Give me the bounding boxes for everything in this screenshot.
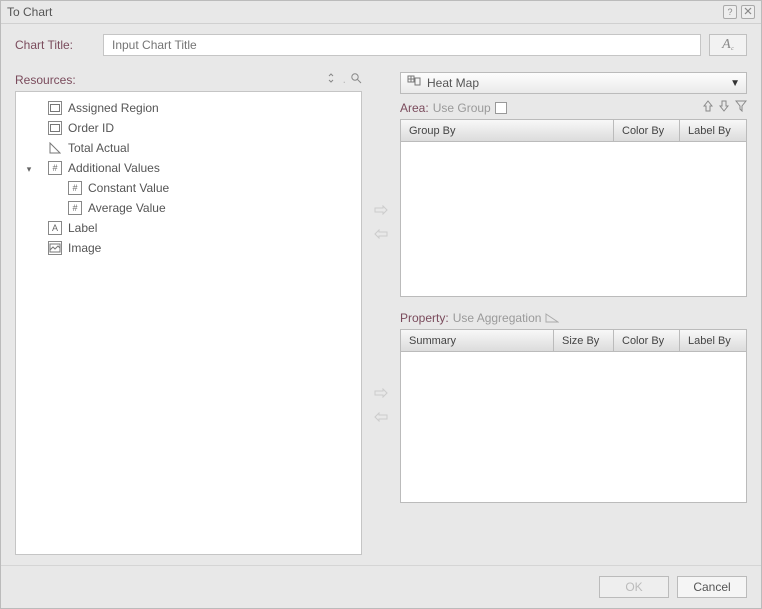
column-header-groupby[interactable]: Group By — [401, 120, 614, 141]
chart-type-label: Heat Map — [427, 76, 479, 90]
chart-type-select[interactable]: Heat Map ▼ — [400, 72, 747, 94]
property-table[interactable]: SummarySize ByColor ByLabel By — [400, 329, 747, 503]
configuration-panel: Heat Map ▼ Area: Use Group — [400, 72, 747, 555]
rect-icon — [48, 121, 62, 135]
a-icon: A — [48, 221, 62, 235]
hash-icon: # — [68, 181, 82, 195]
column-header-colorby[interactable]: Color By — [614, 330, 680, 351]
hash-icon: # — [48, 161, 62, 175]
dialog-footer: OK Cancel — [1, 565, 761, 608]
resource-item-label: Image — [68, 241, 101, 255]
remove-from-area-button[interactable] — [372, 226, 390, 242]
img-icon — [48, 241, 62, 255]
area-hint: Use Group — [433, 101, 491, 115]
add-to-property-button[interactable] — [372, 385, 390, 401]
resource-item[interactable]: Image — [20, 238, 357, 258]
tri-icon — [48, 141, 62, 155]
aggregation-icon — [545, 311, 559, 325]
property-table-body[interactable] — [401, 352, 746, 502]
column-header-colorby[interactable]: Color By — [614, 120, 680, 141]
column-header-labelby[interactable]: Label By — [680, 330, 746, 351]
column-header-labelby[interactable]: Label By — [680, 120, 746, 141]
column-header-summary[interactable]: Summary — [401, 330, 554, 351]
area-header: Area: Use Group — [400, 100, 747, 115]
resource-item[interactable]: A Label — [20, 218, 357, 238]
expander-icon[interactable]: ▾ — [24, 164, 34, 175]
chevron-down-icon: ▼ — [730, 78, 740, 89]
hash-icon: # — [68, 201, 82, 215]
move-up-icon[interactable] — [703, 100, 713, 115]
chart-title-input[interactable] — [103, 34, 701, 56]
chart-title-label: Chart Title: — [15, 38, 95, 52]
property-hint: Use Aggregation — [453, 311, 542, 325]
resource-item[interactable]: Assigned Region — [20, 98, 357, 118]
to-chart-dialog: To Chart ? Chart Title: A꜀ Resources: — [0, 0, 762, 609]
cancel-button[interactable]: Cancel — [677, 576, 747, 598]
area-label: Area: — [400, 101, 429, 115]
move-down-icon[interactable] — [719, 100, 729, 115]
area-table-body[interactable] — [401, 142, 746, 296]
chart-title-row: Chart Title: A꜀ — [15, 34, 747, 56]
resources-label: Resources: — [15, 73, 76, 87]
rect-icon — [48, 101, 62, 115]
resources-panel: Resources: . — [15, 72, 362, 555]
resource-item-label: Order ID — [68, 121, 114, 135]
resource-item-label: Label — [68, 221, 97, 235]
use-group-checkbox[interactable] — [495, 102, 507, 114]
search-icon[interactable] — [350, 72, 362, 87]
heatmap-icon — [407, 75, 421, 92]
resource-item-label: Additional Values — [68, 161, 160, 175]
resource-item[interactable]: Total Actual — [20, 138, 357, 158]
close-button[interactable] — [741, 5, 755, 19]
property-label: Property: — [400, 311, 449, 325]
resource-item-label: Average Value — [88, 201, 166, 215]
font-settings-button[interactable]: A꜀ — [709, 34, 747, 56]
window-title: To Chart — [7, 5, 52, 19]
resource-item[interactable]: Order ID — [20, 118, 357, 138]
resource-item-label: Assigned Region — [68, 101, 159, 115]
help-button[interactable]: ? — [723, 5, 737, 19]
add-to-area-button[interactable] — [372, 202, 390, 218]
resource-item[interactable]: # Average Value — [20, 198, 357, 218]
resources-tree[interactable]: Assigned Region Order ID Total Actual ▾ # Add… — [15, 91, 362, 555]
property-header: Property: Use Aggregation — [400, 311, 747, 325]
remove-from-property-button[interactable] — [372, 409, 390, 425]
resource-item[interactable]: ▾ # Additional Values — [20, 158, 357, 178]
ok-button[interactable]: OK — [599, 576, 669, 598]
titlebar: To Chart ? — [1, 1, 761, 24]
resource-item-label: Total Actual — [68, 141, 129, 155]
area-table[interactable]: Group ByColor ByLabel By — [400, 119, 747, 297]
column-header-sizeby[interactable]: Size By — [554, 330, 614, 351]
transfer-buttons-area — [370, 72, 392, 555]
resource-item-label: Constant Value — [88, 181, 169, 195]
filter-icon[interactable] — [735, 100, 747, 115]
resource-item[interactable]: # Constant Value — [20, 178, 357, 198]
sort-icon[interactable] — [327, 72, 339, 87]
